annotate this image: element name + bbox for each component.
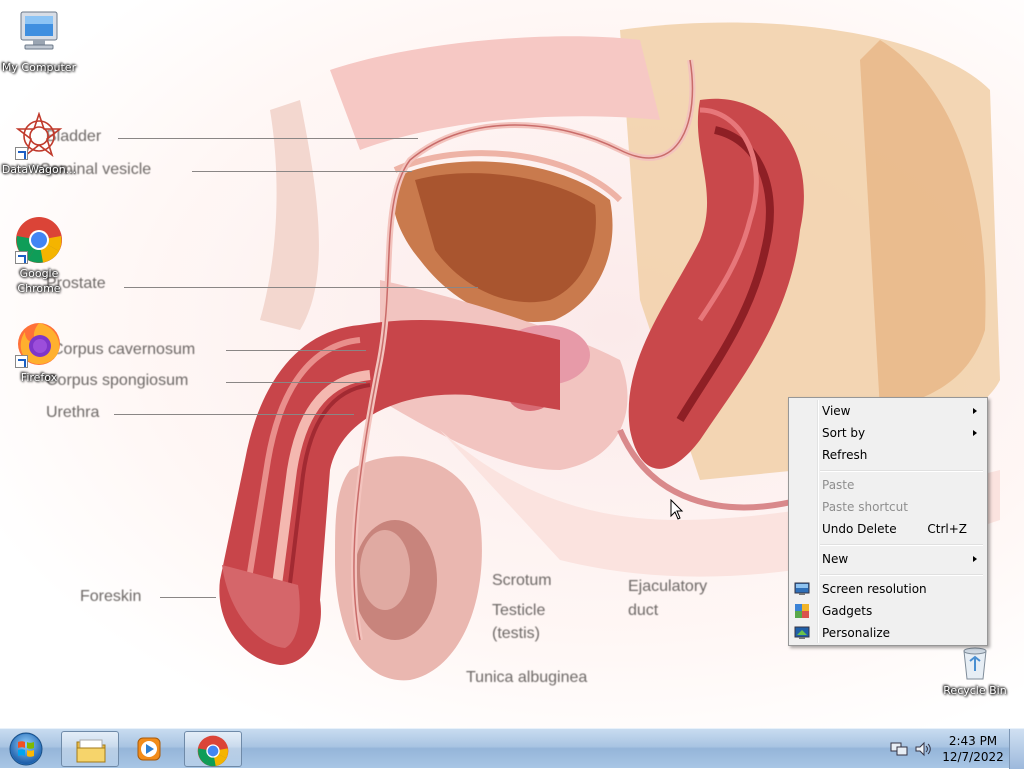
menu-item-screen-resolution[interactable]: Screen resolution: [791, 578, 985, 600]
label-tunica-albuginea: Tunica albuginea: [466, 669, 588, 686]
mouse-cursor-icon: [670, 499, 684, 520]
menu-item-label: Screen resolution: [822, 582, 927, 596]
desktop-context-menu: View Sort by Refresh Paste Paste shortcu…: [788, 397, 988, 646]
menu-item-undo-delete[interactable]: Undo Delete Ctrl+Z: [791, 518, 985, 540]
menu-item-label: Refresh: [822, 448, 868, 462]
chrome-icon: [15, 216, 63, 264]
media-player-icon: [137, 737, 161, 761]
submenu-arrow-icon: [973, 408, 977, 414]
label-line: [192, 171, 412, 172]
menu-item-label: Personalize: [822, 626, 891, 640]
menu-item-new[interactable]: New: [791, 548, 985, 570]
taskbar-chrome-button[interactable]: [184, 731, 242, 767]
desktop-icon-label: DataWagon...: [1, 163, 77, 176]
label-testis: (testis): [492, 625, 540, 642]
label-foreskin: Foreskin: [80, 588, 142, 605]
label-line: [114, 414, 354, 415]
label-line: [226, 350, 366, 351]
chrome-icon: [197, 735, 229, 767]
menu-item-shortcut: Ctrl+Z: [927, 522, 967, 536]
label-line: [124, 287, 478, 288]
label-line: [160, 597, 216, 598]
datawagon-icon: [15, 111, 63, 160]
desktop-icon-google-chrome[interactable]: Google Chrome: [0, 216, 78, 296]
desktop-icon-recycle-bin[interactable]: Recycle Bin: [936, 645, 1014, 698]
menu-item-paste-shortcut[interactable]: Paste shortcut: [791, 496, 985, 518]
desktop-icon-label: Recycle Bin: [943, 684, 1007, 697]
desktop-icon-firefox[interactable]: Firefox: [0, 320, 78, 385]
desktop-icon-datawagon[interactable]: DataWagon...: [0, 111, 78, 177]
submenu-arrow-icon: [973, 556, 977, 562]
menu-item-label: Gadgets: [822, 604, 873, 618]
clock-time: 2:43 PM: [948, 734, 998, 748]
menu-separator: [820, 470, 983, 472]
start-button[interactable]: [6, 731, 46, 767]
menu-item-label: Paste: [822, 478, 855, 492]
menu-item-gadgets[interactable]: Gadgets: [791, 600, 985, 622]
menu-item-refresh[interactable]: Refresh: [791, 444, 985, 466]
screen-resolution-icon: [794, 581, 810, 597]
menu-separator: [820, 574, 983, 576]
desktop-icon-label: Google Chrome: [17, 267, 61, 295]
menu-separator: [820, 544, 983, 546]
menu-item-label: New: [822, 552, 849, 566]
label-scrotum: Scrotum: [492, 572, 552, 589]
menu-item-personalize[interactable]: Personalize: [791, 622, 985, 644]
menu-item-sort-by[interactable]: Sort by: [791, 422, 985, 444]
desktop-icon-label: Firefox: [20, 371, 58, 384]
menu-item-label: Undo Delete: [822, 522, 897, 536]
label-line: [226, 382, 366, 383]
network-icon[interactable]: [890, 741, 908, 757]
windows-logo-icon: [9, 732, 43, 766]
taskbar: 2:43 PM 12/7/2022: [0, 728, 1024, 769]
desktop-icon-my-computer[interactable]: My Computer: [0, 10, 78, 75]
label-duct: duct: [628, 602, 659, 619]
gadgets-icon: [794, 603, 810, 619]
system-clock[interactable]: 2:43 PM 12/7/2022: [938, 733, 1008, 765]
label-ejaculatory: Ejaculatory: [628, 578, 708, 595]
submenu-arrow-icon: [973, 430, 977, 436]
folder-icon: [76, 739, 106, 763]
menu-item-view[interactable]: View: [791, 400, 985, 422]
menu-item-paste[interactable]: Paste: [791, 474, 985, 496]
taskbar-explorer-button[interactable]: [61, 731, 119, 767]
menu-item-label: Sort by: [822, 426, 866, 440]
computer-icon: [15, 10, 63, 58]
desktop-icon-label: My Computer: [1, 61, 77, 74]
taskbar-media-player-button[interactable]: [122, 731, 180, 767]
shortcut-arrow-icon: [15, 251, 28, 264]
clock-date: 12/7/2022: [942, 750, 1004, 764]
shortcut-arrow-icon: [15, 355, 28, 368]
menu-item-label: View: [822, 404, 851, 418]
shortcut-arrow-icon: [15, 147, 28, 160]
recycle-bin-icon: [951, 645, 999, 681]
volume-icon[interactable]: [914, 741, 932, 757]
menu-item-label: Paste shortcut: [822, 500, 908, 514]
label-line: [118, 138, 418, 139]
personalize-icon: [794, 625, 810, 641]
show-desktop-button[interactable]: [1009, 729, 1024, 769]
label-testicle: Testicle: [492, 602, 546, 619]
label-urethra: Urethra: [46, 404, 100, 421]
firefox-icon: [15, 320, 63, 368]
